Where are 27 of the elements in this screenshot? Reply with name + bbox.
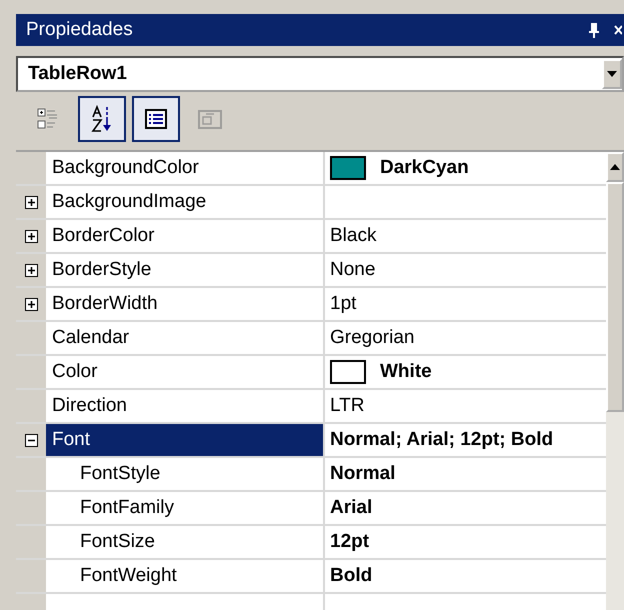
property-value[interactable]: Black xyxy=(325,220,606,252)
property-value[interactable]: DarkCyan xyxy=(325,152,606,184)
property-name[interactable]: Direction xyxy=(46,390,325,422)
property-name[interactable]: BorderStyle xyxy=(46,254,325,286)
property-name[interactable]: BorderWidth xyxy=(46,288,325,320)
window-title: Propiedades xyxy=(26,19,134,41)
property-name[interactable]: FontStyle xyxy=(46,458,325,490)
property-name[interactable]: FontSize xyxy=(46,526,325,558)
property-value[interactable]: White xyxy=(325,356,606,388)
property-value[interactable]: LTR xyxy=(325,390,606,422)
object-selector[interactable]: TableRow1 xyxy=(16,56,624,92)
property-name[interactable]: FontFamily xyxy=(46,492,325,524)
property-value[interactable]: Gregorian xyxy=(325,322,606,354)
property-value[interactable]: None xyxy=(325,254,606,286)
property-value[interactable]: Normal; Arial; 12pt; Bold xyxy=(325,424,606,456)
property-name[interactable]: Color xyxy=(46,356,325,388)
property-name[interactable]: Font xyxy=(46,424,325,456)
property-value[interactable]: Arial xyxy=(325,492,606,524)
property-name[interactable]: BackgroundColor xyxy=(46,152,325,184)
property-value[interactable]: Bold xyxy=(325,560,606,592)
property-name[interactable]: BorderColor xyxy=(46,220,325,252)
property-name[interactable]: BackgroundImage xyxy=(46,186,325,218)
property-value[interactable]: Normal xyxy=(325,458,606,490)
property-name[interactable]: FontWeight xyxy=(46,560,325,592)
property-name[interactable]: Calendar xyxy=(46,322,325,354)
property-value[interactable]: 1pt xyxy=(325,288,606,320)
property-value[interactable]: 12pt xyxy=(325,526,606,558)
